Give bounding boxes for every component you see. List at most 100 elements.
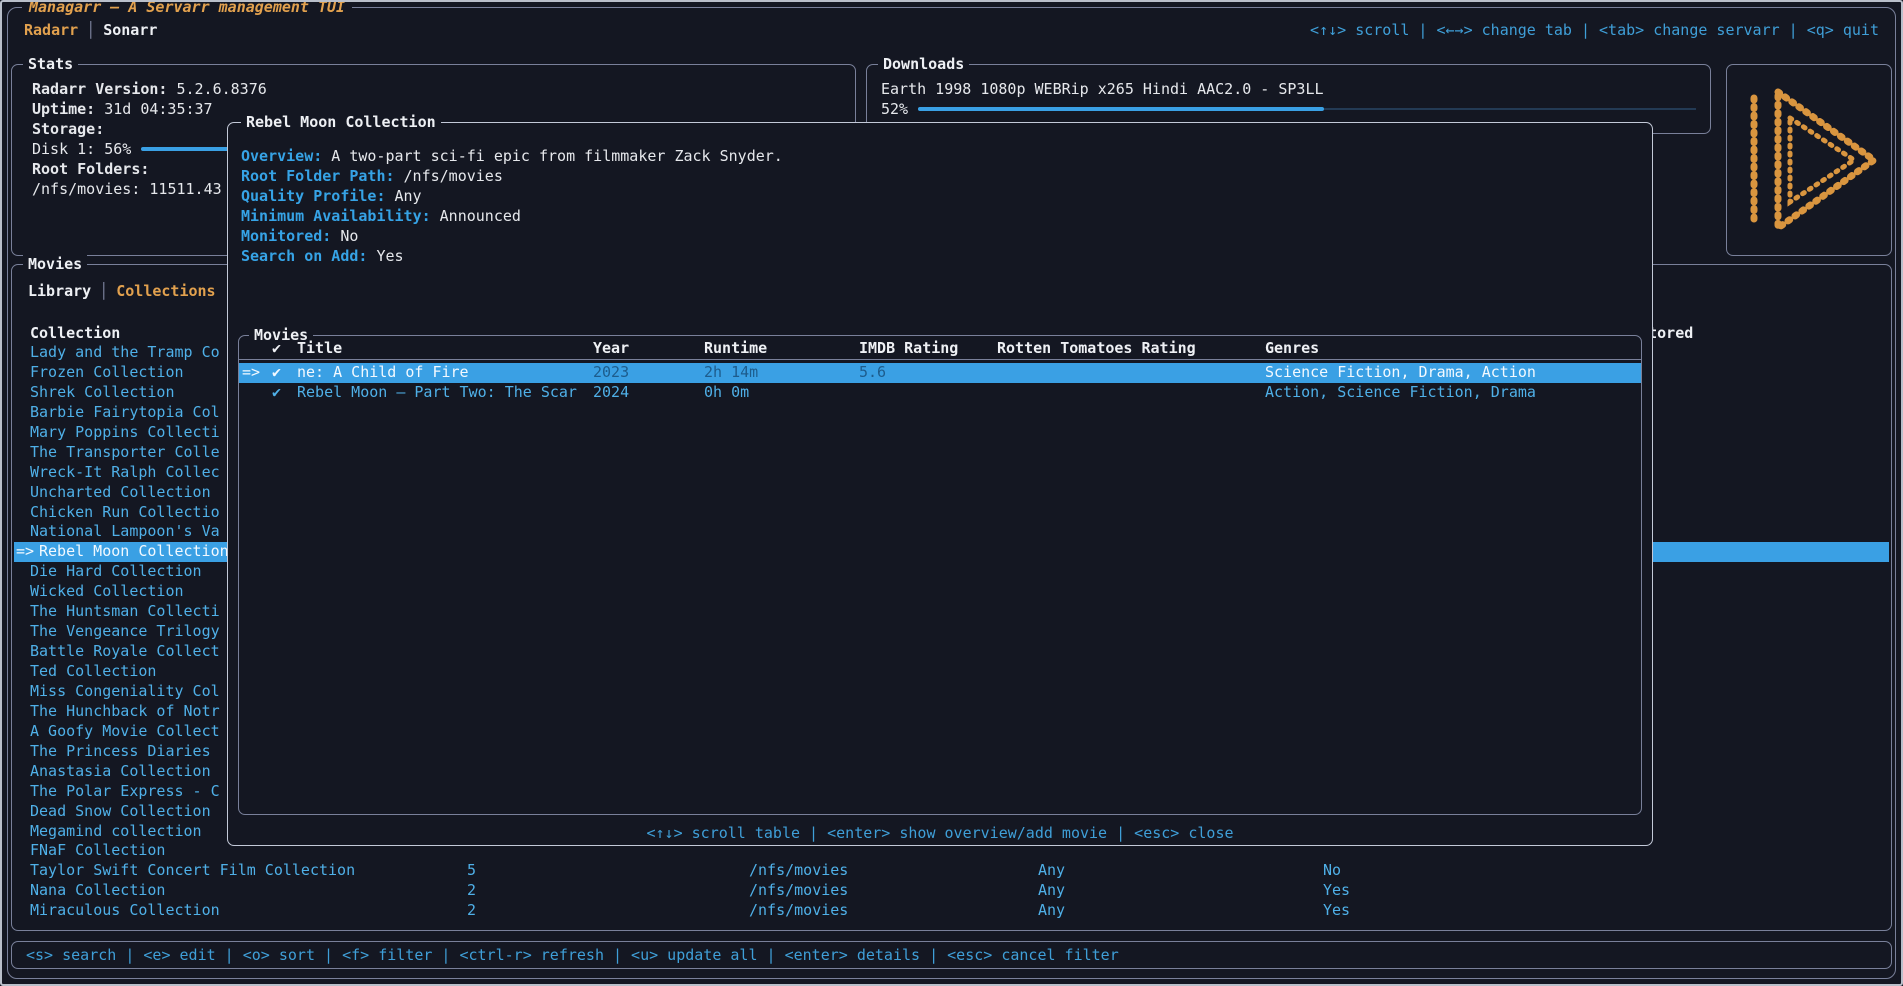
modal-title: Rebel Moon Collection (241, 112, 441, 132)
movie-runtime: 0h 0m (704, 383, 749, 403)
movie-title: ne: A Child of Fire (297, 363, 469, 383)
collection-name: Uncharted Collection (30, 483, 211, 503)
detail-value: Announced (440, 207, 521, 225)
collection-name: Megamind collection (30, 822, 202, 842)
stats-version-line: Radarr Version: 5.2.6.8376 (32, 79, 845, 99)
movies-table-header: ✔ Title Year Runtime IMDB Rating Rotten … (239, 336, 1641, 360)
collection-name: Barbie Fairytopia Col (30, 403, 220, 423)
app-title: Managarr – A Servarr management TUI (22, 0, 352, 17)
selection-arrow-icon: => (16, 542, 34, 562)
collection-name: Wicked Collection (30, 582, 184, 602)
bottom-keybind-bar: <s> search | <e> edit | <o> sort | <f> f… (11, 941, 1892, 969)
collection-name: Wreck-It Ralph Collec (30, 463, 220, 483)
bottom-keybind-hints: <s> search | <e> edit | <o> sort | <f> f… (26, 942, 1119, 968)
download-item-line: Earth 1998 1080p WEBRip x265 Hindi AAC2.… (881, 79, 1698, 99)
detail-label: Minimum Availability: (241, 207, 431, 225)
collection-monitored: Yes (1323, 901, 1350, 921)
collection-quality-profile: Any (1038, 901, 1065, 921)
storage-label: Storage: (32, 119, 104, 139)
collection-movie-count: 5 (467, 861, 476, 881)
app-screen: Managarr – A Servarr management TUI Rada… (7, 7, 1896, 979)
root-folders-label: Root Folders: (32, 159, 149, 179)
header-genres: Genres (1265, 336, 1319, 360)
uptime-value: 31d 04:35:37 (104, 99, 212, 119)
collection-details-modal: Rebel Moon Collection Overview:A two-par… (227, 122, 1653, 846)
collection-name: Taylor Swift Concert Film Collection (30, 861, 355, 881)
detail-line: Overview:A two-part sci-fi epic from fil… (241, 147, 1639, 167)
collection-name: Battle Royale Collect (30, 642, 220, 662)
collection-name: The Transporter Colle (30, 443, 220, 463)
collection-row[interactable]: Nana Collection 2/nfs/movies Any Yes (14, 881, 1889, 901)
header-year: Year (593, 336, 629, 360)
version-label: Radarr Version: (32, 79, 167, 99)
collection-name: Miraculous Collection (30, 901, 220, 921)
collection-name: Die Hard Collection (30, 562, 202, 582)
downloads-panel-title: Downloads (878, 54, 969, 74)
movie-row[interactable]: =>✔ne: A Child of Fire20232h 14m5.6Scien… (239, 363, 1641, 383)
detail-value: /nfs/movies (404, 167, 503, 185)
tab-library[interactable]: Library (28, 282, 91, 300)
collection-name: The Vengeance Trilogy (30, 622, 220, 642)
collection-monitored: Yes (1323, 881, 1350, 901)
tab-sonarr[interactable]: Sonarr (103, 21, 157, 39)
detail-label: Monitored: (241, 227, 331, 245)
detail-line: Root Folder Path: /nfs/movies (241, 167, 1639, 187)
movie-year: 2024 (593, 383, 629, 403)
collection-name: The Hunchback of Notr (30, 702, 220, 722)
collection-name: National Lampoon's Va (30, 522, 220, 542)
collection-quality-profile: Any (1038, 861, 1065, 881)
collection-quality-profile: Any (1038, 881, 1065, 901)
check-icon: ✔ (272, 363, 281, 383)
header-imdb-rating: IMDB Rating (859, 336, 958, 360)
movie-row[interactable]: ✔Rebel Moon – Part Two: The Scar20240h 0… (239, 383, 1641, 403)
detail-value: No (340, 227, 358, 245)
tab-radarr[interactable]: Radarr (24, 21, 78, 39)
collection-monitored: No (1323, 861, 1341, 881)
detail-value: Yes (376, 247, 403, 265)
movie-genres: Action, Science Fiction, Drama (1265, 383, 1536, 403)
detail-label: Quality Profile: (241, 187, 386, 205)
tab-collections[interactable]: Collections (116, 282, 215, 300)
movie-imdb-rating: 5.6 (859, 363, 886, 383)
uptime-label: Uptime: (32, 99, 95, 119)
download-item-name: Earth 1998 1080p WEBRip x265 Hindi AAC2.… (881, 79, 1324, 99)
check-icon: ✔ (272, 383, 281, 403)
collection-root-folder: /nfs/movies (749, 881, 848, 901)
movie-runtime: 2h 14m (704, 363, 758, 383)
collection-name: Mary Poppins Collecti (30, 423, 220, 443)
header-collection: Collection (30, 323, 120, 343)
movies-table-body: =>✔ne: A Child of Fire20232h 14m5.6Scien… (239, 363, 1641, 403)
tab-separator: │ (78, 21, 103, 39)
download-percent-label: 52% (881, 99, 908, 119)
detail-label: Overview: (241, 147, 322, 165)
download-progress-line: 52% (881, 99, 1698, 119)
detail-label: Search on Add: (241, 247, 367, 265)
logo-panel (1726, 64, 1892, 256)
collection-name: A Goofy Movie Collect (30, 722, 220, 742)
header-runtime: Runtime (704, 336, 767, 360)
movies-panel-title: Movies (23, 254, 87, 274)
collection-name: Dead Snow Collection (30, 802, 211, 822)
stats-panel-title: Stats (23, 54, 78, 74)
collection-row[interactable]: Miraculous Collection2/nfs/moviesAnyYes (14, 901, 1889, 921)
tab-separator: │ (91, 282, 116, 300)
collection-row[interactable]: Taylor Swift Concert Film Collection 5/nf… (14, 861, 1889, 881)
collection-root-folder: /nfs/movies (749, 901, 848, 921)
progress-fill (918, 107, 1324, 111)
movie-genres: Science Fiction, Drama, Action (1265, 363, 1536, 383)
detail-label: Root Folder Path: (241, 167, 395, 185)
disk-usage-label: Disk 1: 56% (32, 139, 131, 159)
detail-line: Quality Profile:Any (241, 187, 1639, 207)
collection-root-folder: /nfs/movies (749, 861, 848, 881)
modal-movies-table: Movies ✔ Title Year Runtime IMDB Rating … (238, 335, 1642, 815)
collection-name: Anastasia Collection (30, 762, 211, 782)
collection-name: Nana Collection (30, 881, 165, 901)
header-title: Title (297, 336, 342, 360)
collection-name: Shrek Collection (30, 383, 175, 403)
managarr-play-logo-icon (1734, 80, 1884, 240)
collection-name: The Princess Diaries (30, 742, 211, 762)
collection-movie-count: 2 (467, 881, 476, 901)
header-check-icon: ✔ (272, 336, 281, 360)
version-value: 5.2.6.8376 (176, 79, 266, 99)
collection-name: Rebel Moon Collection (39, 542, 229, 562)
